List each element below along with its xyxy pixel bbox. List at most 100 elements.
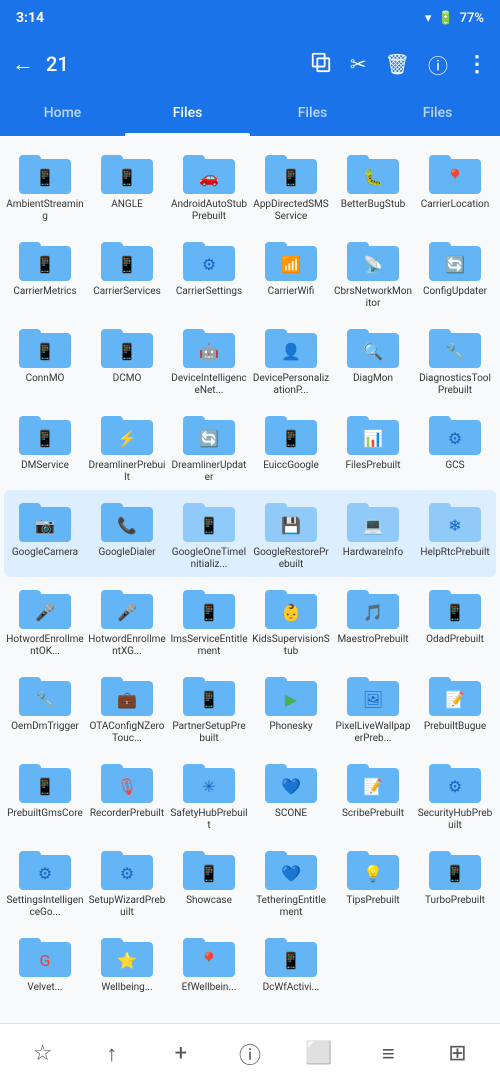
file-row: 🔧 OemDmTrigger 💼 OTAConfigNZeroTouc... 📱 — [4, 664, 496, 751]
list-item[interactable]: ▶ Phonesky — [250, 664, 332, 751]
svg-text:⚙: ⚙ — [448, 777, 462, 796]
list-item[interactable]: ✳ SafetyHubPrebuilt — [168, 751, 250, 838]
file-label: SettingsIntelligenceGo... — [6, 895, 84, 919]
cut-icon[interactable]: ✂ — [350, 52, 367, 76]
info-icon[interactable]: ⓘ — [428, 50, 448, 79]
list-item[interactable]: 👶 KidsSupervisionStub — [250, 577, 332, 664]
list-item[interactable]: 📡 CbrsNetworkMonitor — [332, 229, 414, 316]
list-item[interactable]: 📝 ScribePrebuilt — [332, 751, 414, 838]
svg-text:▶: ▶ — [285, 690, 298, 709]
list-item[interactable]: 📱 TurboPrebuilt — [414, 838, 496, 925]
list-item[interactable]: 🖼 PixelLiveWallpaperPreb... — [332, 664, 414, 751]
list-item[interactable]: 📍 CarrierLocation — [414, 142, 496, 229]
svg-text:🎤: 🎤 — [35, 603, 55, 622]
list-item[interactable]: 🤖 DeviceIntelligenceNet... — [168, 316, 250, 403]
file-label: FilesPrebuilt — [345, 460, 400, 472]
list-item[interactable]: 📱 Showcase — [168, 838, 250, 925]
svg-text:🚗: 🚗 — [199, 168, 219, 187]
list-item[interactable]: 📱 DCMO — [86, 316, 168, 403]
svg-text:📱: 📱 — [35, 255, 55, 274]
top-bar: ← 21 ✂ 🗑 ⓘ ⋮ — [0, 36, 500, 92]
list-item[interactable]: 🔄 DreamlinerUpdater — [168, 403, 250, 490]
svg-text:👶: 👶 — [281, 603, 301, 622]
list-item[interactable]: 📱 AppDirectedSMSService — [250, 142, 332, 229]
list-item[interactable]: 💡 TipsPrebuilt — [332, 838, 414, 925]
svg-text:🎵: 🎵 — [363, 603, 383, 622]
list-item[interactable]: 👤 DevicePersonalizationP... — [250, 316, 332, 403]
list-item[interactable]: 📊 FilesPrebuilt — [332, 403, 414, 490]
list-item[interactable]: 📱 GoogleOneTimeInitializ... — [168, 490, 250, 577]
list-item[interactable]: 📍 EfWellbein... — [168, 925, 250, 1000]
svg-text:⚙: ⚙ — [120, 864, 134, 883]
battery-percent: 77% — [460, 11, 484, 26]
tab-files-3[interactable]: Files — [375, 92, 500, 134]
list-item[interactable]: ⚙ CarrierSettings — [168, 229, 250, 316]
list-item[interactable]: 📝 PrebuiltBugue — [414, 664, 496, 751]
list-item[interactable]: ⚙ SetupWizardPrebuilt — [86, 838, 168, 925]
list-item[interactable]: ⚙ SecurityHubPrebuilt — [414, 751, 496, 838]
list-item[interactable]: 🎤 HotwordEnrollmentOK... — [4, 577, 86, 664]
select-button[interactable]: ⬜ — [298, 1033, 340, 1075]
list-item[interactable]: 💙 SCONE — [250, 751, 332, 838]
more-icon[interactable]: ⋮ — [466, 52, 488, 77]
list-item[interactable]: ❄ HelpRtcPrebuilt — [414, 490, 496, 577]
list-item[interactable]: 📷 GoogleCamera — [4, 490, 86, 577]
file-label: GoogleRestorePrebuilt — [252, 547, 330, 571]
svg-text:📷: 📷 — [35, 516, 55, 535]
add-button[interactable]: + — [160, 1033, 202, 1075]
list-item[interactable]: 🔧 DiagnosticsToolPrebuilt — [414, 316, 496, 403]
delete-icon[interactable]: 🗑 — [385, 52, 410, 76]
list-item[interactable]: ⚙ SettingsIntelligenceGo... — [4, 838, 86, 925]
list-item[interactable]: 📱 DcWfActivi... — [250, 925, 332, 1000]
tab-home[interactable]: Home — [0, 92, 125, 134]
list-item[interactable]: 📞 GoogleDialer — [86, 490, 168, 577]
file-label: GoogleCamera — [12, 547, 78, 559]
file-label: DevicePersonalizationP... — [252, 373, 330, 397]
list-item[interactable]: 📱 PrebuiltGmsCore — [4, 751, 86, 838]
list-item[interactable]: 🎤 HotwordEnrollmentXG... — [86, 577, 168, 664]
list-item[interactable]: 📱 ConnMO — [4, 316, 86, 403]
star-button[interactable]: ☆ — [22, 1033, 64, 1075]
file-label: EfWellbein... — [182, 982, 237, 994]
list-item[interactable]: 🐛 BetterBugStub — [332, 142, 414, 229]
list-item[interactable]: 📶 CarrierWifi — [250, 229, 332, 316]
up-button[interactable]: ↑ — [91, 1033, 133, 1075]
svg-text:🔧: 🔧 — [445, 342, 465, 361]
list-item[interactable]: 💾 GoogleRestorePrebuilt — [250, 490, 332, 577]
copy-icon[interactable] — [310, 51, 332, 78]
tab-files-1[interactable]: Files — [125, 92, 250, 134]
list-item[interactable]: 📱 DMService — [4, 403, 86, 490]
sort-button[interactable]: ≡ — [367, 1033, 409, 1075]
svg-text:📍: 📍 — [445, 168, 465, 187]
grid-button[interactable]: ⊞ — [436, 1033, 478, 1075]
list-item[interactable]: ⚡ DreamlinerPrebuilt — [86, 403, 168, 490]
list-item[interactable]: 🚗 AndroidAutoStubPrebuilt — [168, 142, 250, 229]
list-item[interactable]: ⭐ Wellbeing... — [86, 925, 168, 1000]
list-item[interactable]: G Velvet... — [4, 925, 86, 1000]
list-item[interactable]: 💙 TetheringEntitlement — [250, 838, 332, 925]
list-item[interactable]: 📱 EuiccGoogle — [250, 403, 332, 490]
list-item[interactable]: 🔍 DiagMon — [332, 316, 414, 403]
wifi-icon: ▾ — [425, 11, 432, 26]
selection-count: 21 — [46, 52, 298, 76]
back-button[interactable]: ← — [12, 51, 34, 77]
list-item[interactable]: 💼 OTAConfigNZeroTouc... — [86, 664, 168, 751]
list-item[interactable]: 🎙 RecorderPrebuilt — [86, 751, 168, 838]
list-item[interactable]: 🔧 OemDmTrigger — [4, 664, 86, 751]
list-item[interactable]: 📱 CarrierMetrics — [4, 229, 86, 316]
tab-files-2[interactable]: Files — [250, 92, 375, 134]
info-bottom-button[interactable]: ⓘ — [229, 1033, 271, 1075]
svg-text:🔍: 🔍 — [363, 341, 383, 361]
svg-text:📱: 📱 — [445, 864, 465, 883]
list-item[interactable]: 📱 OdadPrebuilt — [414, 577, 496, 664]
list-item[interactable]: ⚙ GCS — [414, 403, 496, 490]
list-item[interactable]: 🔄 ConfigUpdater — [414, 229, 496, 316]
list-item[interactable]: 💻 HardwareInfo — [332, 490, 414, 577]
list-item[interactable]: 📱 ImsServiceEntitlement — [168, 577, 250, 664]
list-item[interactable]: 📱 CarrierServices — [86, 229, 168, 316]
file-label: ConnMO — [26, 373, 65, 385]
list-item[interactable]: 📱 AmbientStreaming — [4, 142, 86, 229]
list-item[interactable]: 📱 PartnerSetupPrebuilt — [168, 664, 250, 751]
list-item[interactable]: 🎵 MaestroPrebuilt — [332, 577, 414, 664]
list-item[interactable]: 📱 ANGLE — [86, 142, 168, 229]
